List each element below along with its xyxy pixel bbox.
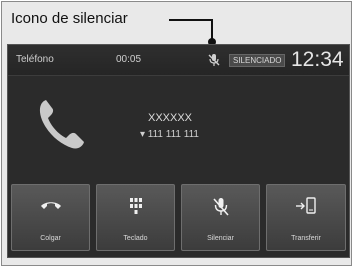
transfer-button[interactable]: Transferir xyxy=(266,184,346,251)
hang-up-button-label: Colgar xyxy=(40,235,61,242)
call-duration: 00:05 xyxy=(116,54,142,65)
status-badge: SILENCIADO xyxy=(229,54,286,67)
head-unit-screen: Teléfono 00:05 SILENCIADO 12:34 XXXXXX ▾… xyxy=(7,44,350,258)
figure-frame: Icono de silenciar Teléfono 00:05 SILENC… xyxy=(1,1,352,266)
clock: 12:34 xyxy=(291,48,344,71)
caller-name: XXXXXX xyxy=(148,112,193,124)
keypad-button-label: Teclado xyxy=(123,235,148,242)
keypad-button[interactable]: Teclado xyxy=(96,184,175,251)
transfer-button-label: Transferir xyxy=(291,235,321,242)
hang-up-button[interactable]: Colgar xyxy=(11,184,90,251)
callout-leader-horizontal xyxy=(169,19,212,21)
active-call-panel: XXXXXX ▾ 111 111 111 xyxy=(8,76,349,181)
mute-icon xyxy=(208,54,220,66)
hang-up-icon xyxy=(40,202,61,209)
callout-leader-vertical xyxy=(211,19,213,40)
phone-handset-icon xyxy=(39,100,84,149)
mute-icon-callout-label: Icono de silenciar xyxy=(11,10,128,27)
status-source-label: Teléfono xyxy=(16,54,54,65)
call-action-bar: Colgar Teclado Silenciar Transferir xyxy=(8,184,349,254)
keypad-icon xyxy=(129,198,142,214)
mute-button[interactable]: Silenciar xyxy=(181,184,260,251)
caller-number: ▾ 111 111 111 xyxy=(140,129,199,140)
transfer-phone-icon xyxy=(296,197,316,214)
status-bar: Teléfono 00:05 SILENCIADO 12:34 xyxy=(8,45,349,76)
mute-microphone-icon xyxy=(212,198,229,216)
mute-button-label: Silenciar xyxy=(207,235,234,242)
